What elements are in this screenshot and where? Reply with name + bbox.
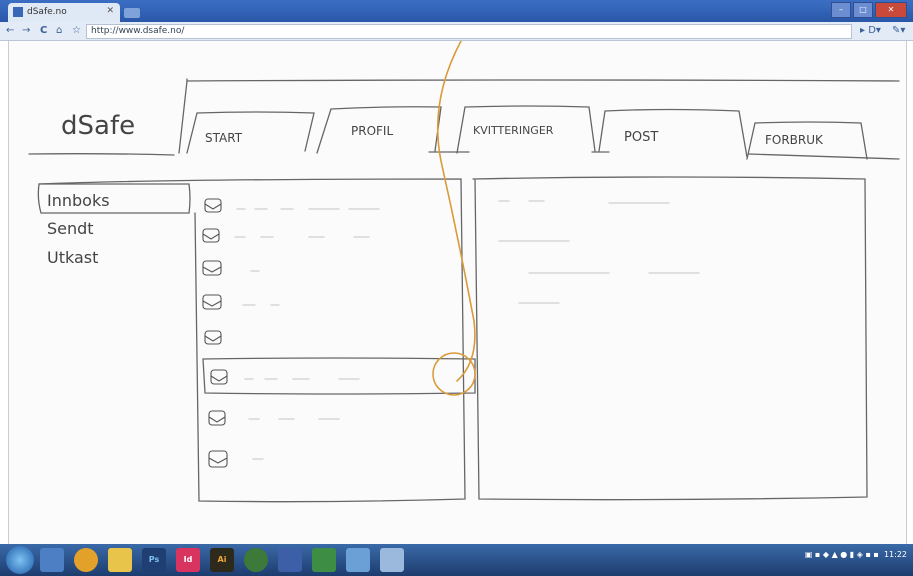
window-controls: – □ ✕: [831, 2, 907, 18]
mail-icon[interactable]: [208, 410, 226, 426]
mail-icon[interactable]: [202, 260, 222, 276]
wireframe-sketch: dSafe START PROFIL KVITTERINGER POST FOR…: [28, 41, 900, 503]
placeholder-lines: [234, 200, 700, 460]
folder-icon[interactable]: [108, 548, 132, 572]
tab-baseline: [428, 151, 900, 160]
mail-icon[interactable]: [210, 369, 228, 385]
page-menu-icon[interactable]: ▸ D▾: [860, 24, 881, 38]
mail-icon[interactable]: [202, 228, 220, 243]
explorer-icon[interactable]: [40, 548, 64, 572]
header-baseline: [28, 153, 175, 156]
tab-kvitteringer[interactable]: KVITTERINGER: [473, 124, 554, 137]
os-taskbar: Ps Id Ai ▣ ▪ ◆ ▲ ● ▮ ◈ ▪ ▪ 11:22: [0, 544, 913, 576]
spotify-icon[interactable]: [244, 548, 268, 572]
minimize-icon[interactable]: –: [831, 2, 851, 18]
tab-forbruk[interactable]: FORBRUK: [765, 133, 824, 147]
back-icon[interactable]: ←: [6, 24, 14, 38]
paint-icon[interactable]: [380, 548, 404, 572]
selected-message-row[interactable]: [202, 357, 476, 395]
start-button[interactable]: [6, 546, 34, 574]
illustrator-icon[interactable]: Ai: [210, 548, 234, 572]
cursor-annotation: [432, 41, 476, 396]
favicon-icon: [13, 7, 23, 17]
maximize-icon[interactable]: □: [853, 2, 873, 18]
tray-icons[interactable]: ▣ ▪ ◆ ▲ ● ▮ ◈ ▪ ▪: [805, 550, 879, 559]
close-tab-icon[interactable]: ✕: [106, 6, 114, 16]
logo[interactable]: dSafe: [61, 111, 135, 141]
close-window-icon[interactable]: ✕: [875, 2, 907, 18]
tab-post-outline[interactable]: [598, 108, 748, 158]
window-icon[interactable]: [278, 548, 302, 572]
tab-start[interactable]: START: [205, 131, 243, 145]
folder-sent[interactable]: Sendt: [47, 219, 94, 238]
mail-icon[interactable]: [204, 330, 222, 345]
message-envelopes: [202, 198, 228, 468]
page-viewport: dSafe START PROFIL KVITTERINGER POST FOR…: [8, 41, 907, 544]
mail-icon[interactable]: [208, 450, 228, 468]
home-icon[interactable]: ⌂: [56, 24, 62, 38]
skype-icon[interactable]: [312, 548, 336, 572]
indesign-icon[interactable]: Id: [176, 548, 200, 572]
mail-icon[interactable]: [204, 198, 222, 213]
reload-icon[interactable]: C: [40, 24, 47, 38]
system-tray: ▣ ▪ ◆ ▲ ● ▮ ◈ ▪ ▪ 11:22: [805, 550, 907, 559]
browser-tab-title: dSafe.no: [27, 7, 67, 17]
new-tab-button[interactable]: [124, 8, 140, 18]
tools-menu-icon[interactable]: ✎▾: [892, 24, 905, 38]
chrome-icon[interactable]: [74, 548, 98, 572]
folder-inbox[interactable]: Innboks: [47, 191, 110, 210]
forward-icon[interactable]: →: [22, 24, 30, 38]
tab-post[interactable]: POST: [624, 130, 658, 145]
browser-navbar: ← → C ⌂ ☆ http://www.dsafe.no/ ▸ D▾ ✎▾: [0, 22, 913, 41]
tab-profil[interactable]: PROFIL: [351, 124, 393, 138]
reading-pane-panel: [472, 176, 868, 501]
browser-tab[interactable]: dSafe.no ✕: [8, 3, 120, 22]
bookmark-star-icon[interactable]: ☆: [72, 24, 81, 38]
browser-titlebar: dSafe.no ✕ – □ ✕: [0, 0, 913, 22]
message-list-panel: [38, 178, 466, 503]
media-icon[interactable]: [346, 548, 370, 572]
mail-icon[interactable]: [202, 294, 222, 310]
folder-drafts[interactable]: Utkast: [47, 248, 98, 267]
photoshop-icon[interactable]: Ps: [142, 548, 166, 572]
address-bar[interactable]: http://www.dsafe.no/: [86, 24, 852, 39]
clock[interactable]: 11:22: [884, 550, 907, 559]
